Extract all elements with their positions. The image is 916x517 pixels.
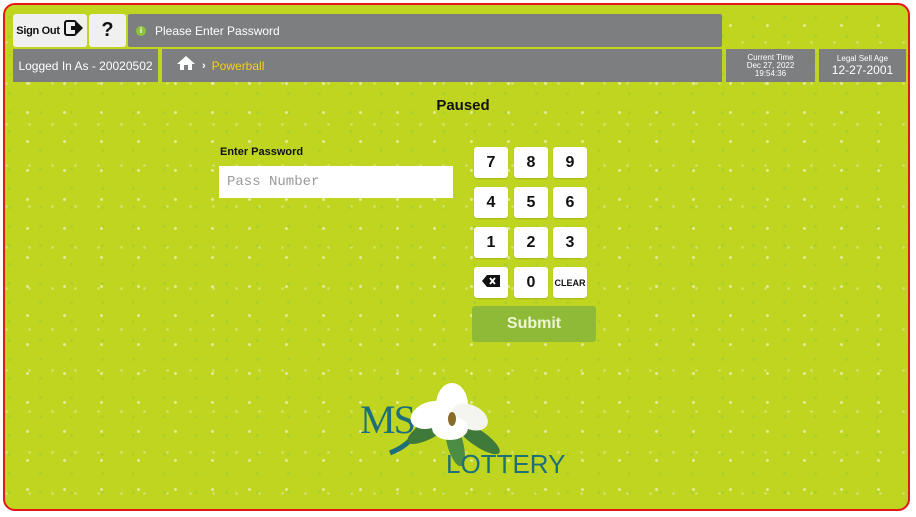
chevron-right-icon: ›: [202, 59, 206, 72]
message-text: Please Enter Password: [155, 23, 280, 38]
backspace-icon: [482, 274, 500, 292]
logged-in-label: Logged In As - 20020502: [13, 49, 158, 82]
home-icon[interactable]: [176, 55, 196, 76]
breadcrumb: › Powerball: [162, 49, 722, 82]
key-8[interactable]: 8: [514, 147, 548, 178]
info-icon: i: [136, 25, 146, 36]
ms-lottery-logo: MS LOTTERY: [360, 383, 570, 481]
key-7[interactable]: 7: [474, 147, 508, 178]
key-1[interactable]: 1: [474, 227, 508, 258]
submit-button[interactable]: Submit: [472, 306, 596, 342]
password-label: Enter Password: [220, 146, 304, 158]
legal-age-title: Legal Sell Age: [836, 54, 889, 63]
clear-key[interactable]: CLEAR: [553, 267, 587, 298]
legal-age-value: 12-27-2001: [831, 63, 894, 77]
logo-lottery-text: LOTTERY: [446, 449, 565, 479]
key-2[interactable]: 2: [514, 227, 548, 258]
password-input[interactable]: [219, 166, 453, 198]
sign-out-arrow-icon: [63, 20, 84, 41]
logo-ms-text: MS: [360, 397, 414, 442]
key-4[interactable]: 4: [474, 187, 508, 218]
key-5[interactable]: 5: [514, 187, 548, 218]
message-bar: i Please Enter Password: [128, 14, 722, 47]
app-frame: Sign Out ? i Please Enter Password Logge…: [3, 3, 910, 511]
key-6[interactable]: 6: [553, 187, 587, 218]
key-9[interactable]: 9: [553, 147, 587, 178]
sign-out-button[interactable]: Sign Out: [13, 14, 87, 47]
breadcrumb-powerball[interactable]: Powerball: [212, 59, 265, 73]
legal-age-box: Legal Sell Age 12-27-2001: [819, 49, 906, 82]
key-3[interactable]: 3: [553, 227, 587, 258]
backspace-key[interactable]: [474, 267, 508, 298]
key-0[interactable]: 0: [514, 267, 548, 298]
current-time: 19:54:36: [754, 68, 787, 78]
current-time-box: Current Time Dec 27, 2022 19:54:36: [726, 49, 815, 82]
sign-out-label: Sign Out: [16, 24, 60, 37]
help-button[interactable]: ?: [89, 14, 126, 47]
status-text: Paused: [436, 97, 490, 114]
